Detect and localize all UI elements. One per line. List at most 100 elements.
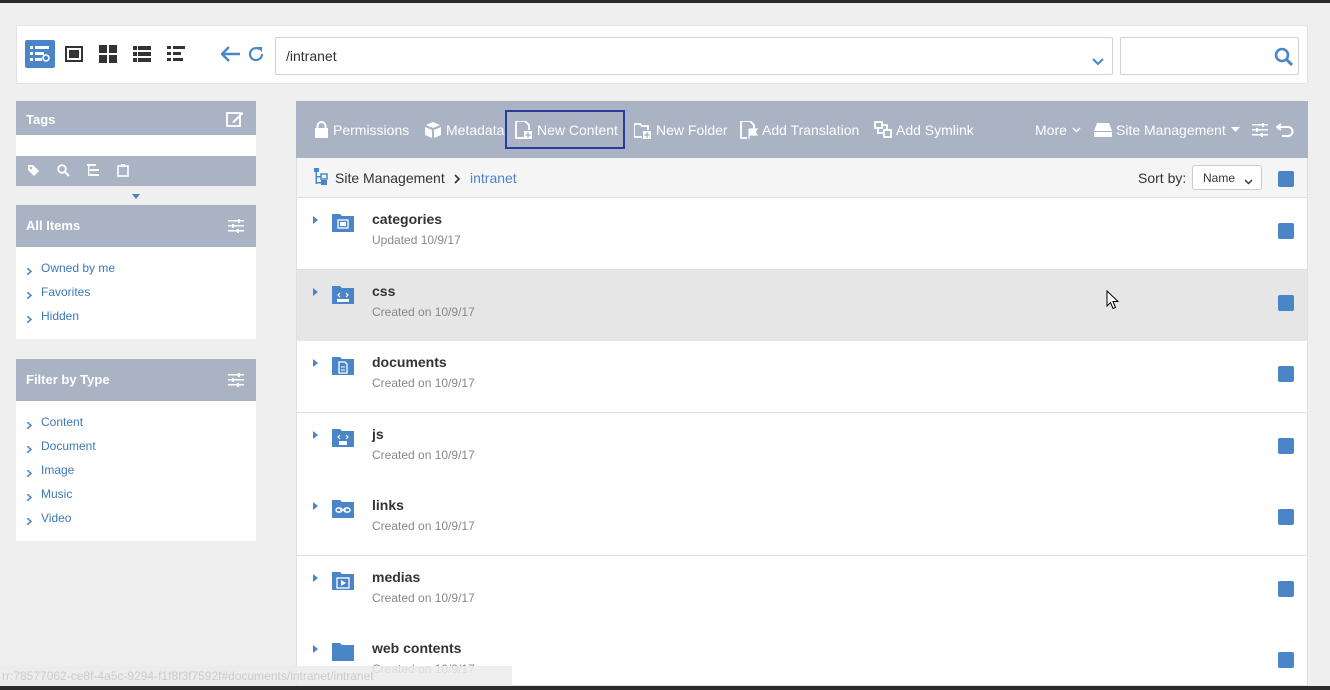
refresh-icon[interactable] — [245, 42, 267, 66]
clipboard-icon[interactable] — [117, 164, 129, 180]
metadata-label[interactable]: Metadata — [446, 122, 504, 138]
list-item-hidden[interactable]: Hidden — [26, 309, 256, 333]
site-management-menu[interactable]: Site Management — [1094, 101, 1244, 158]
list-item-label[interactable]: Favorites — [41, 285, 90, 299]
more-label[interactable]: More — [1035, 122, 1067, 138]
site-management-label[interactable]: Site Management — [1116, 122, 1226, 138]
list-icon[interactable] — [127, 40, 157, 68]
list-item-label[interactable]: Hidden — [41, 309, 79, 323]
list-item-image[interactable]: Image — [26, 463, 256, 487]
row-checkbox[interactable] — [1278, 223, 1294, 239]
path-field[interactable] — [275, 37, 1113, 75]
row-name[interactable]: medias — [372, 569, 420, 585]
list-item-label[interactable]: Owned by me — [41, 261, 115, 275]
filter-settings-icon[interactable] — [228, 373, 244, 390]
table-row[interactable]: css Created on 10/9/17 — [296, 270, 1308, 342]
row-checkbox[interactable] — [1278, 438, 1294, 454]
row-name[interactable]: categories — [372, 211, 442, 227]
search-icon[interactable] — [1274, 47, 1294, 70]
list-item-document[interactable]: Document — [26, 439, 256, 463]
permissions-button[interactable]: Permissions — [314, 101, 409, 158]
metadata-button[interactable]: Metadata — [424, 101, 504, 158]
detail-list-icon[interactable] — [161, 40, 191, 68]
list-item-owned-by-me[interactable]: Owned by me — [26, 261, 256, 285]
add-symlink-label[interactable]: Add Symlink — [896, 122, 974, 138]
filter-type-list: Content Document Image Music Video — [16, 401, 256, 541]
table-row[interactable]: categories Updated 10/9/17 — [296, 198, 1308, 270]
tags-expand-caret-icon[interactable] — [132, 194, 140, 199]
all-items-header: All Items — [16, 205, 256, 247]
undo-icon[interactable] — [1276, 101, 1298, 158]
tags-header: Tags — [16, 101, 256, 135]
expand-caret-icon[interactable] — [313, 574, 318, 582]
search-field[interactable] — [1120, 37, 1299, 75]
expand-caret-icon[interactable] — [313, 431, 318, 439]
expand-caret-icon[interactable] — [313, 216, 318, 224]
new-content-button[interactable]: New Content — [505, 110, 625, 149]
tree-icon[interactable] — [87, 164, 100, 180]
tag-icon[interactable] — [27, 164, 40, 180]
sort-select[interactable]: Name — [1192, 165, 1262, 190]
breadcrumb-current[interactable]: intranet — [470, 170, 517, 186]
list-item-favorites[interactable]: Favorites — [26, 285, 256, 309]
sort-value[interactable]: Name — [1203, 171, 1235, 185]
row-name[interactable]: js — [372, 426, 384, 442]
table-row[interactable]: js Created on 10/9/17 — [296, 413, 1308, 485]
list-item-video[interactable]: Video — [26, 511, 256, 535]
row-name[interactable]: documents — [372, 354, 447, 370]
table-row[interactable]: links Created on 10/9/17 — [296, 484, 1308, 556]
row-checkbox[interactable] — [1278, 509, 1294, 525]
list-item-label[interactable]: Video — [41, 511, 71, 525]
row-checkbox[interactable] — [1278, 581, 1294, 597]
chevron-down-icon[interactable] — [1092, 53, 1104, 69]
expand-caret-icon[interactable] — [313, 288, 318, 296]
tag-tools-bar — [16, 156, 256, 186]
fullscreen-icon[interactable] — [59, 40, 89, 68]
select-all-checkbox[interactable] — [1278, 171, 1294, 187]
row-name[interactable]: css — [372, 283, 395, 299]
expand-caret-icon[interactable] — [313, 502, 318, 510]
list-item-label[interactable]: Image — [41, 463, 74, 477]
row-checkbox[interactable] — [1278, 295, 1294, 311]
new-folder-label[interactable]: New Folder — [656, 122, 728, 138]
new-folder-button[interactable]: New Folder — [634, 101, 728, 158]
permissions-label[interactable]: Permissions — [333, 122, 409, 138]
thumbnails-icon[interactable] — [93, 40, 123, 68]
table-row[interactable]: medias Created on 10/9/17 — [296, 556, 1308, 628]
list-item-label[interactable]: Music — [41, 487, 72, 501]
add-translation-label[interactable]: Add Translation — [762, 122, 859, 138]
list-item-label[interactable]: Document — [41, 439, 96, 453]
js-folder-icon — [332, 427, 354, 450]
add-translation-button[interactable]: Add Translation — [740, 101, 859, 158]
new-content-icon — [515, 120, 532, 139]
edit-icon[interactable] — [226, 110, 244, 130]
view-settings-icon[interactable] — [25, 40, 55, 68]
path-input[interactable] — [276, 38, 1066, 74]
list-item-music[interactable]: Music — [26, 487, 256, 511]
new-content-label[interactable]: New Content — [537, 122, 618, 138]
row-meta: Updated 10/9/17 — [372, 233, 461, 247]
filter-settings-icon[interactable] — [228, 219, 244, 236]
expand-caret-icon[interactable] — [313, 645, 318, 653]
table-row[interactable]: documents Created on 10/9/17 — [296, 341, 1308, 413]
list-item-label[interactable]: Content — [41, 415, 83, 429]
window-top-border — [0, 0, 1330, 3]
search-icon[interactable] — [57, 164, 70, 180]
chevron-right-icon — [26, 312, 33, 326]
settings-sliders-icon[interactable] — [1252, 101, 1272, 158]
expand-caret-icon[interactable] — [313, 359, 318, 367]
add-symlink-button[interactable]: Add Symlink — [874, 101, 974, 158]
add-translation-icon — [740, 120, 758, 139]
back-arrow-icon[interactable] — [220, 42, 242, 66]
search-input[interactable] — [1121, 38, 1261, 74]
list-item-content[interactable]: Content — [26, 415, 256, 439]
row-checkbox[interactable] — [1278, 366, 1294, 382]
breadcrumb-site-management[interactable]: Site Management — [335, 170, 445, 186]
row-name[interactable]: links — [372, 497, 404, 513]
mouse-cursor-icon — [1106, 289, 1120, 313]
more-menu[interactable]: More — [1035, 101, 1085, 158]
row-checkbox[interactable] — [1278, 652, 1294, 668]
site-tree-icon — [314, 168, 328, 188]
row-name[interactable]: web contents — [372, 640, 461, 656]
categories-folder-icon — [332, 212, 354, 235]
